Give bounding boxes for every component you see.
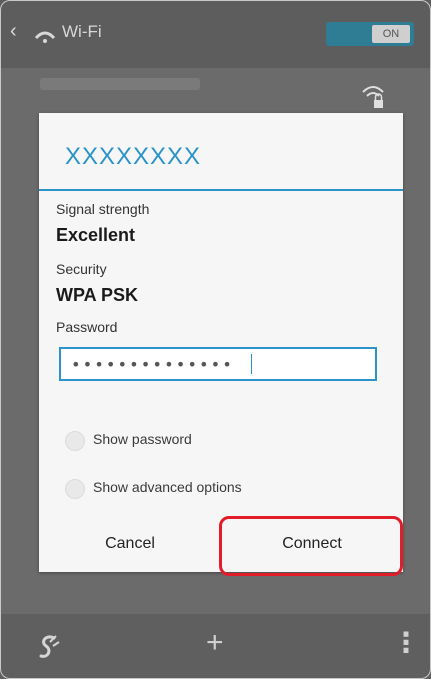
add-icon[interactable]: + [206, 628, 224, 658]
back-icon[interactable]: ‹ [10, 20, 24, 42]
wifi-connect-dialog: XXXXXXXX Signal strength Excellent Secur… [39, 113, 403, 572]
show-password-checkbox[interactable] [65, 431, 85, 451]
dialog-title: XXXXXXXX [65, 143, 202, 170]
text-cursor [251, 354, 252, 374]
password-label: Password [56, 319, 118, 335]
wifi-app-icon [34, 31, 56, 43]
signal-strength-value: Excellent [56, 225, 136, 245]
action-bar: ‹ Wi-Fi ON [0, 0, 431, 68]
phone-screen: ‹ Wi-Fi ON XXXXXXXX Signal strength Exce… [0, 0, 431, 679]
bottom-bar: + ⋮ [0, 614, 431, 679]
security-value: WPA PSK [56, 285, 139, 305]
password-input[interactable]: •••••••••••••• [59, 347, 377, 381]
cancel-button[interactable]: Cancel [39, 513, 221, 575]
password-value: •••••••••••••• [71, 355, 234, 374]
show-password-label: Show password [93, 431, 192, 447]
show-advanced-checkbox[interactable] [65, 479, 85, 499]
network-list-item[interactable] [0, 68, 431, 116]
wifi-lock-icon [362, 86, 384, 108]
signal-strength-label: Signal strength [56, 201, 150, 217]
more-icon[interactable]: ⋮ [392, 628, 420, 658]
wifi-toggle[interactable]: ON [326, 22, 414, 46]
wps-icon[interactable] [36, 632, 62, 662]
security-label: Security [56, 261, 107, 277]
page-title: Wi-Fi [62, 22, 102, 41]
network-name-placeholder [40, 78, 200, 90]
title-divider [39, 189, 403, 191]
connect-highlight-frame [219, 516, 403, 576]
toggle-label: ON [372, 25, 410, 43]
show-advanced-label: Show advanced options [93, 479, 242, 495]
